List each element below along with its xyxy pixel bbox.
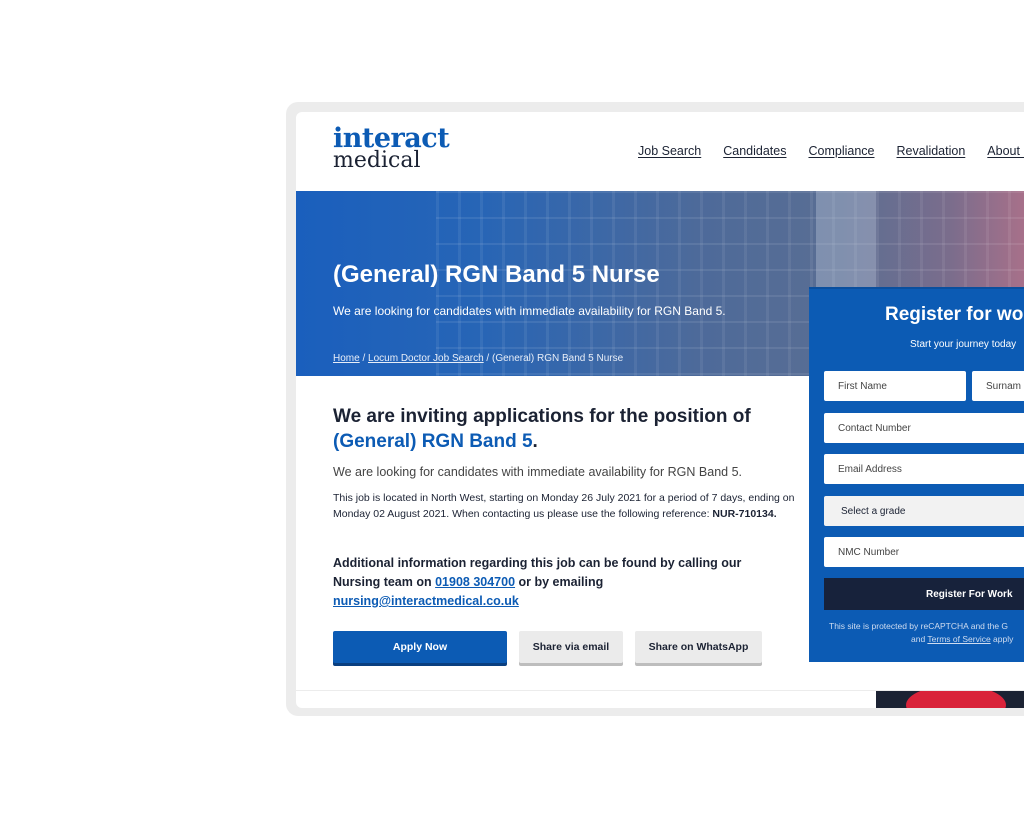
footer-graphic-shape: [906, 691, 1006, 708]
contact-mid: or by emailing: [515, 575, 604, 589]
nav-job-search[interactable]: Job Search: [638, 144, 701, 158]
surname-field[interactable]: Surnam: [972, 371, 1024, 401]
breadcrumb: Home / Locum Doctor Job Search / (Genera…: [333, 353, 623, 364]
hero-subtitle: We are looking for candidates with immed…: [333, 304, 726, 318]
web-page: interact medical Job Search Candidates C…: [296, 112, 1024, 708]
register-title: Register for wo: [885, 304, 1024, 325]
email-address-field[interactable]: Email Address: [824, 454, 1024, 484]
nmc-number-field[interactable]: NMC Number: [824, 537, 1024, 567]
footer-graphic: [876, 691, 1024, 708]
grade-select[interactable]: Select a grade: [824, 496, 1024, 526]
recaptcha-note-and: and: [911, 634, 928, 644]
recaptcha-note-apply: apply: [990, 634, 1014, 644]
nav-compliance[interactable]: Compliance: [808, 144, 874, 158]
breadcrumb-section[interactable]: Locum Doctor Job Search: [368, 353, 484, 364]
share-whatsapp-button[interactable]: Share on WhatsApp: [635, 631, 762, 663]
job-heading-suffix: .: [532, 431, 538, 452]
job-detail: This job is located in North West, start…: [333, 491, 803, 522]
page-title: (General) RGN Band 5 Nurse: [333, 261, 660, 288]
brand-logo[interactable]: interact medical: [333, 123, 450, 172]
breadcrumb-separator: /: [483, 353, 492, 364]
breadcrumb-separator: /: [359, 353, 369, 364]
job-heading-role: (General) RGN Band 5: [333, 431, 533, 452]
email-link[interactable]: nursing@interactmedical.co.uk: [333, 594, 519, 608]
register-panel: Register for wo Start your journey today…: [809, 287, 1024, 662]
first-name-field[interactable]: First Name: [824, 371, 966, 401]
contact-info: Additional information regarding this jo…: [333, 554, 773, 611]
recaptcha-note-line-1: This site is protected by reCAPTCHA and …: [829, 621, 1009, 631]
apply-now-button[interactable]: Apply Now: [333, 631, 507, 663]
job-reference: NUR-710134.: [712, 507, 777, 520]
job-heading-prefix: We are inviting applications for the pos…: [333, 406, 751, 427]
nav-revalidation[interactable]: Revalidation: [897, 144, 966, 158]
recaptcha-note-line-2: and Terms of Service apply: [829, 633, 1024, 646]
job-heading: We are inviting applications for the pos…: [333, 404, 803, 454]
register-for-work-button[interactable]: Register For Work: [824, 578, 1024, 610]
breadcrumb-current: (General) RGN Band 5 Nurse: [492, 353, 624, 364]
job-lead: We are looking for candidates with immed…: [333, 465, 742, 479]
nav-about-us[interactable]: About U: [987, 144, 1024, 158]
register-subtitle: Start your journey today: [910, 339, 1017, 350]
main-nav: Job Search Candidates Compliance Revalid…: [638, 144, 1024, 158]
terms-of-service-link[interactable]: Terms of Service: [927, 634, 990, 644]
phone-link[interactable]: 01908 304700: [435, 575, 515, 589]
breadcrumb-home[interactable]: Home: [333, 353, 360, 364]
contact-number-field[interactable]: Contact Number: [824, 413, 1024, 443]
share-email-button[interactable]: Share via email: [519, 631, 623, 663]
recaptcha-note: This site is protected by reCAPTCHA and …: [829, 620, 1024, 646]
logo-line-1: interact: [333, 123, 450, 154]
nav-candidates[interactable]: Candidates: [723, 144, 786, 158]
